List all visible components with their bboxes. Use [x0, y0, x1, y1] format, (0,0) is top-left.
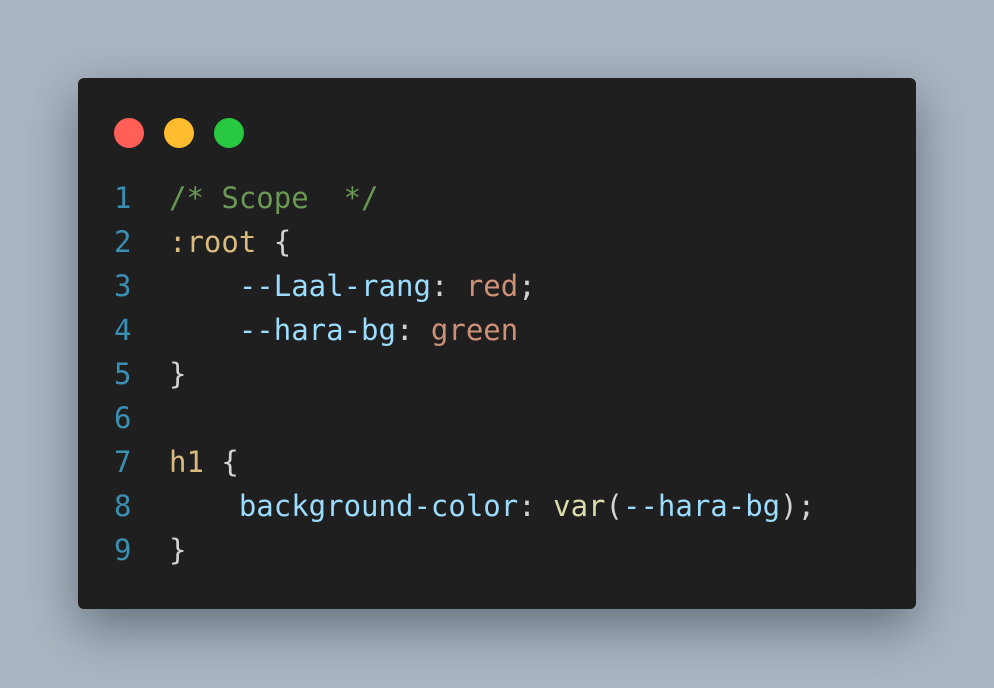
line-number: 4 [114, 313, 132, 347]
line-number: 3 [114, 269, 132, 303]
line-source: } [169, 528, 186, 572]
line-source: /* Scope */ [169, 176, 379, 220]
line-number: 1 [114, 181, 132, 215]
token-punctuation [169, 313, 239, 347]
close-icon[interactable] [114, 118, 144, 148]
line-number: 9 [114, 533, 132, 567]
line-number: 5 [114, 357, 132, 391]
line-number: 8 [114, 489, 132, 523]
token-function: var [553, 489, 606, 523]
token-punctuation: } [169, 357, 187, 391]
token-punctuation: : [395, 313, 431, 347]
token-value: green [430, 313, 519, 347]
token-punctuation [169, 269, 239, 303]
token-comment: /* Scope */ [169, 181, 379, 215]
line-number: 2 [114, 225, 132, 259]
line-source: --hara-bg: green [169, 308, 518, 352]
code-window: 1/* Scope */2:root {3 --Laal-rang: red; 4… [78, 78, 916, 609]
token-punctuation: ; [518, 269, 536, 303]
token-property: --hara-bg [622, 489, 781, 523]
token-punctuation: : [430, 269, 466, 303]
line-source: h1 { [169, 440, 239, 484]
token-punctuation [169, 489, 239, 523]
token-punctuation: { [256, 225, 292, 259]
line-source: :root { [169, 220, 291, 264]
line-number: 7 [114, 445, 132, 479]
token-value: red [465, 269, 519, 303]
token-punctuation: { [203, 445, 239, 479]
token-punctuation: ); [780, 489, 816, 523]
token-selector: h1 [169, 445, 204, 479]
maximize-icon[interactable] [214, 118, 244, 148]
line-source: --Laal-rang: red; [169, 264, 536, 308]
token-punctuation: ( [605, 489, 623, 523]
token-punctuation: } [169, 533, 187, 567]
token-property: --hara-bg [238, 313, 396, 347]
line-number: 6 [114, 401, 132, 435]
token-property: --Laal-rang [238, 269, 431, 303]
line-source: } [169, 352, 186, 396]
minimize-icon[interactable] [164, 118, 194, 148]
line-source: background-color: var(--hara-bg); [169, 484, 815, 528]
token-selector: :root [169, 225, 257, 259]
token-punctuation: : [518, 489, 554, 523]
token-property: background-color [238, 489, 519, 523]
